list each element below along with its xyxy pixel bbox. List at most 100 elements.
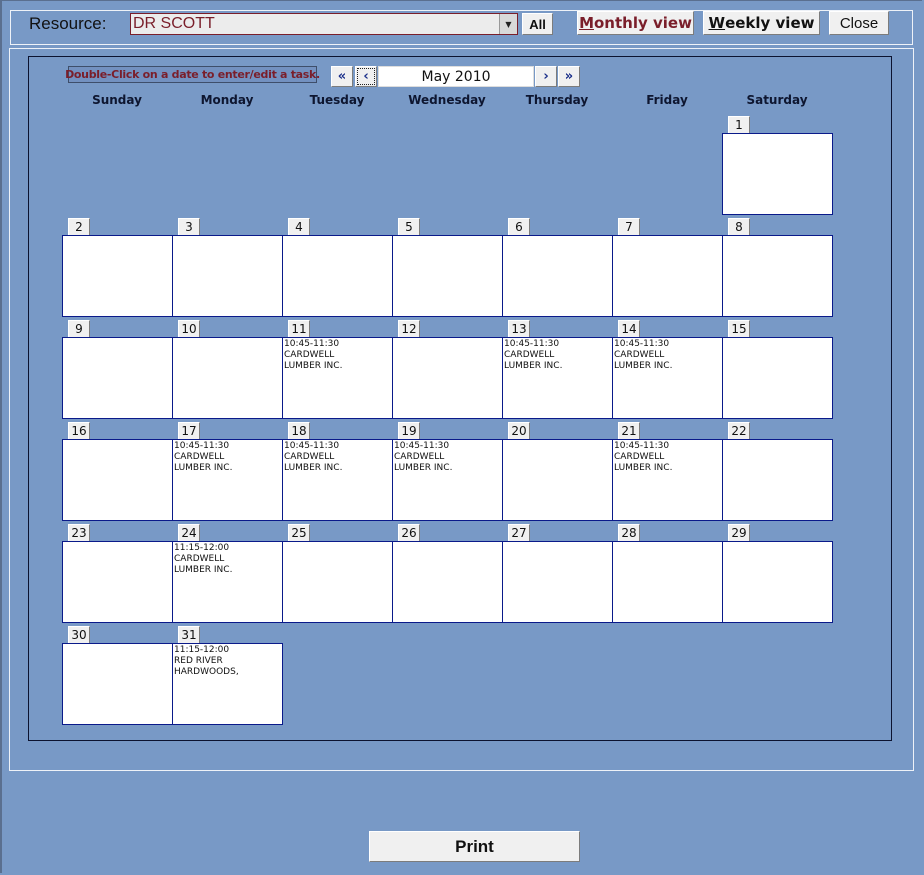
- task-entry: 10:45-11:30 CARDWELL LUMBER INC.: [394, 441, 453, 473]
- day-cell[interactable]: [392, 541, 503, 623]
- date-button[interactable]: 6: [508, 218, 530, 236]
- print-button[interactable]: Print: [369, 831, 580, 862]
- day-cell[interactable]: 10:45-11:30 CARDWELL LUMBER INC.: [282, 337, 393, 419]
- task-entry: 10:45-11:30 CARDWELL LUMBER INC.: [504, 339, 563, 371]
- task-entry: 11:15-12:00 CARDWELL LUMBER INC.: [174, 543, 233, 575]
- weekday-saturday: Saturday: [746, 93, 808, 107]
- day-cell[interactable]: [722, 439, 833, 521]
- weekday-sunday: Sunday: [92, 93, 142, 107]
- date-button[interactable]: 27: [508, 524, 530, 542]
- day-cell[interactable]: [62, 541, 173, 623]
- resource-select-value: DR SCOTT: [133, 15, 215, 32]
- weekly-view-button[interactable]: Weekly view: [703, 11, 820, 35]
- weekday-thursday: Thursday: [525, 93, 589, 107]
- task-entry: 10:45-11:30 CARDWELL LUMBER INC.: [614, 441, 673, 473]
- date-button[interactable]: 18: [288, 422, 310, 440]
- task-entry: 10:45-11:30 CARDWELL LUMBER INC.: [174, 441, 233, 473]
- monthly-view-button[interactable]: Monthly view: [577, 11, 694, 35]
- date-button[interactable]: 8: [728, 218, 750, 236]
- date-button[interactable]: 2: [68, 218, 90, 236]
- chevron-right-icon: ›: [543, 69, 549, 84]
- date-button[interactable]: 22: [728, 422, 750, 440]
- task-entry: 11:15-12:00 RED RIVER HARDWOODS,: [174, 645, 239, 677]
- resource-label: Resource:: [29, 14, 107, 33]
- weekly-view-label: eekly view: [725, 14, 815, 32]
- monthly-view-label: onthly view: [594, 14, 692, 32]
- date-button[interactable]: 14: [618, 320, 640, 338]
- weekday-wednesday: Wednesday: [408, 93, 486, 107]
- date-button[interactable]: 30: [68, 626, 90, 644]
- weekday-friday: Friday: [646, 93, 688, 107]
- date-button[interactable]: 19: [398, 422, 420, 440]
- date-button[interactable]: 9: [68, 320, 90, 338]
- date-button[interactable]: 20: [508, 422, 530, 440]
- weekday-tuesday: Tuesday: [309, 93, 365, 107]
- day-cell[interactable]: [392, 235, 503, 317]
- day-cell[interactable]: 10:45-11:30 CARDWELL LUMBER INC.: [172, 439, 283, 521]
- double-chevron-right-icon: »: [564, 69, 574, 84]
- all-resources-button[interactable]: All: [522, 13, 553, 35]
- date-button[interactable]: 31: [178, 626, 200, 644]
- date-button[interactable]: 23: [68, 524, 90, 542]
- day-cell[interactable]: 10:45-11:30 CARDWELL LUMBER INC.: [502, 337, 613, 419]
- date-button[interactable]: 26: [398, 524, 420, 542]
- date-button[interactable]: 1: [728, 116, 750, 134]
- next-month-button[interactable]: ›: [535, 66, 557, 87]
- day-cell[interactable]: [722, 541, 833, 623]
- dropdown-arrow-icon[interactable]: ▼: [499, 14, 517, 34]
- resource-select[interactable]: DR SCOTT ▼: [130, 13, 518, 35]
- date-button[interactable]: 5: [398, 218, 420, 236]
- date-button[interactable]: 21: [618, 422, 640, 440]
- date-button[interactable]: 13: [508, 320, 530, 338]
- weekday-monday: Monday: [200, 93, 254, 107]
- day-cell[interactable]: [62, 643, 173, 725]
- chevron-left-icon: ‹: [363, 69, 369, 84]
- day-cell[interactable]: [502, 439, 613, 521]
- last-month-button[interactable]: »: [558, 66, 580, 87]
- date-button[interactable]: 7: [618, 218, 640, 236]
- double-chevron-left-icon: «: [337, 69, 347, 84]
- day-cell[interactable]: 11:15-12:00 RED RIVER HARDWOODS,: [172, 643, 283, 725]
- date-button[interactable]: 29: [728, 524, 750, 542]
- task-entry: 10:45-11:30 CARDWELL LUMBER INC.: [284, 441, 343, 473]
- task-entry: 10:45-11:30 CARDWELL LUMBER INC.: [284, 339, 343, 371]
- day-cell[interactable]: [62, 337, 173, 419]
- weekly-view-accel: W: [708, 14, 726, 32]
- day-cell[interactable]: [502, 541, 613, 623]
- date-button[interactable]: 11: [288, 320, 310, 338]
- first-month-button[interactable]: «: [331, 66, 353, 87]
- day-cell[interactable]: 10:45-11:30 CARDWELL LUMBER INC.: [612, 337, 723, 419]
- day-cell[interactable]: [282, 541, 393, 623]
- date-button[interactable]: 10: [178, 320, 200, 338]
- day-cell[interactable]: [62, 439, 173, 521]
- day-cell[interactable]: [722, 235, 833, 317]
- day-cell[interactable]: [502, 235, 613, 317]
- day-cell[interactable]: 10:45-11:30 CARDWELL LUMBER INC.: [392, 439, 503, 521]
- date-button[interactable]: 25: [288, 524, 310, 542]
- task-entry: 10:45-11:30 CARDWELL LUMBER INC.: [614, 339, 673, 371]
- date-button[interactable]: 28: [618, 524, 640, 542]
- day-cell[interactable]: [172, 235, 283, 317]
- date-button[interactable]: 16: [68, 422, 90, 440]
- instruction-label: Double-Click on a date to enter/edit a t…: [65, 66, 320, 83]
- day-cell[interactable]: [62, 235, 173, 317]
- date-button[interactable]: 24: [178, 524, 200, 542]
- monthly-view-accel: M: [579, 14, 594, 32]
- date-button[interactable]: 15: [728, 320, 750, 338]
- day-cell[interactable]: [722, 133, 833, 215]
- date-button[interactable]: 17: [178, 422, 200, 440]
- day-cell[interactable]: 11:15-12:00 CARDWELL LUMBER INC.: [172, 541, 283, 623]
- close-button[interactable]: Close: [829, 11, 889, 35]
- day-cell[interactable]: 10:45-11:30 CARDWELL LUMBER INC.: [612, 439, 723, 521]
- day-cell[interactable]: [172, 337, 283, 419]
- date-button[interactable]: 4: [288, 218, 310, 236]
- prev-month-button[interactable]: ‹: [355, 66, 377, 87]
- day-cell[interactable]: [722, 337, 833, 419]
- day-cell[interactable]: 10:45-11:30 CARDWELL LUMBER INC.: [282, 439, 393, 521]
- day-cell[interactable]: [282, 235, 393, 317]
- day-cell[interactable]: [612, 541, 723, 623]
- date-button[interactable]: 12: [398, 320, 420, 338]
- day-cell[interactable]: [392, 337, 503, 419]
- date-button[interactable]: 3: [178, 218, 200, 236]
- day-cell[interactable]: [612, 235, 723, 317]
